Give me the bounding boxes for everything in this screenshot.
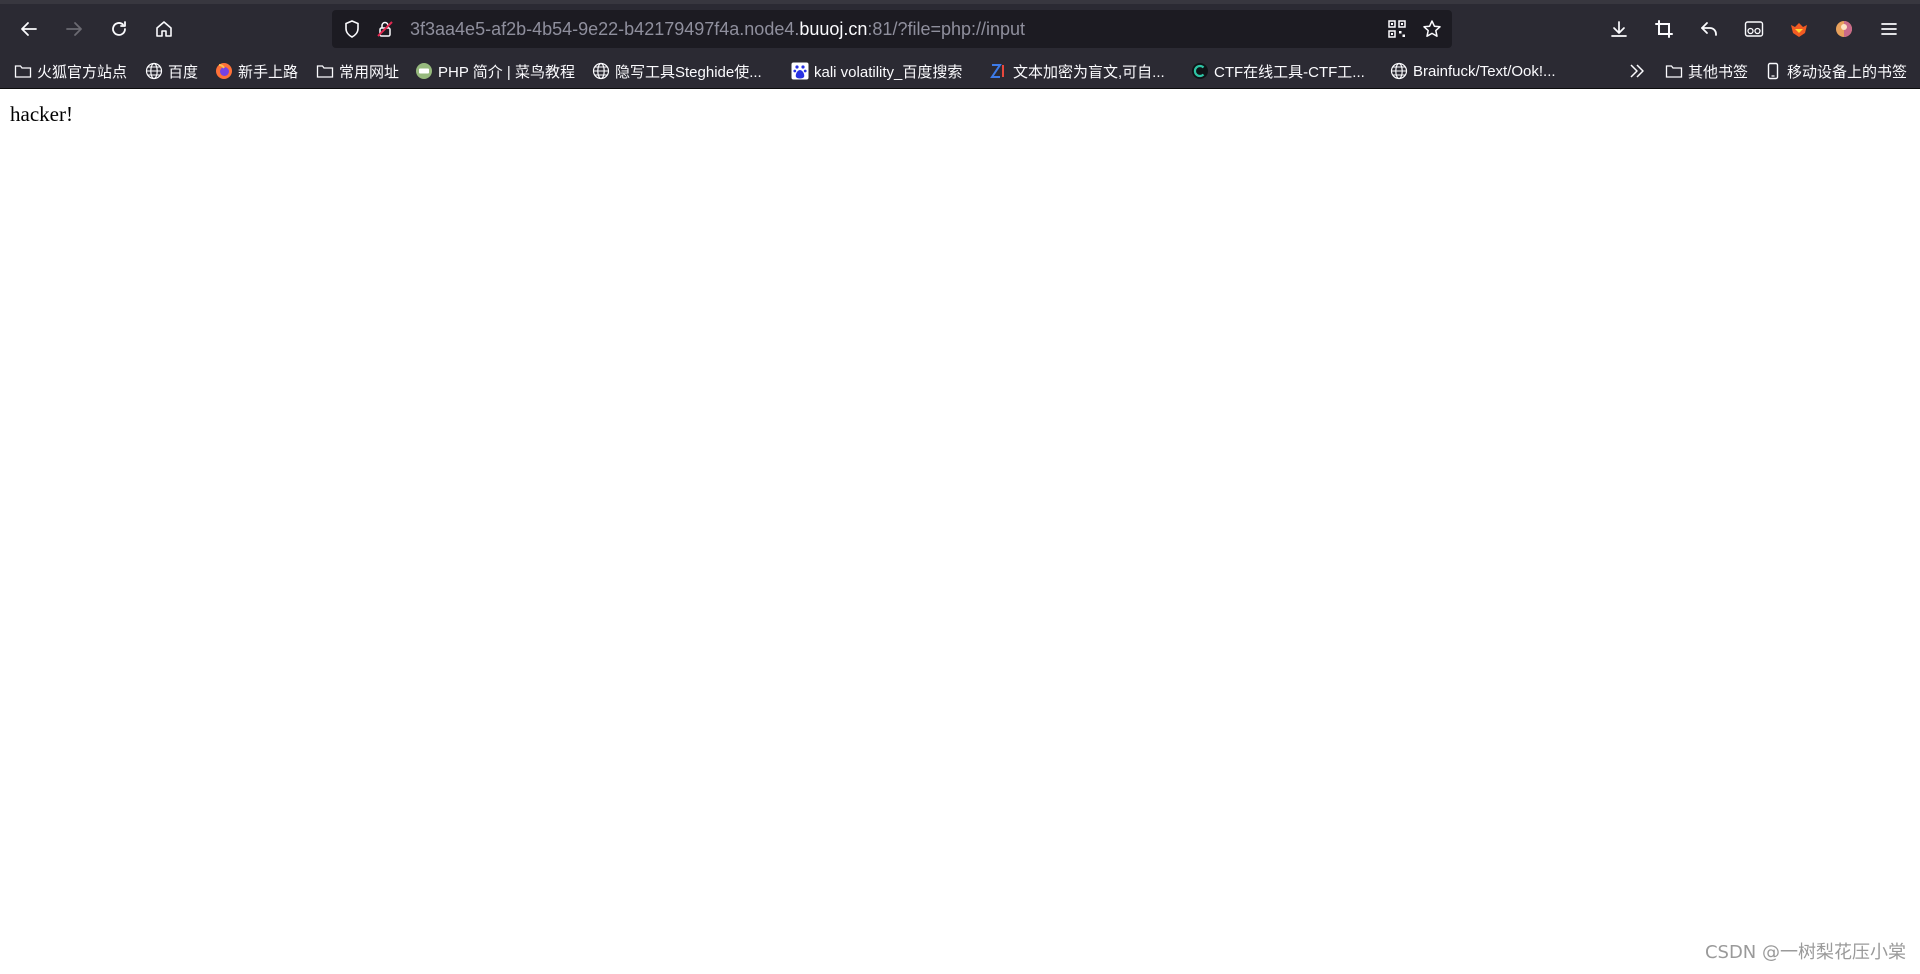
- bookmark-item[interactable]: 新手上路: [215, 59, 298, 83]
- bookmark-label: 常用网址: [339, 63, 400, 81]
- fox-extension-icon: [1791, 23, 1807, 37]
- bookmark-item[interactable]: 火狐官方站点: [14, 59, 127, 83]
- star-bookmark-icon[interactable]: [1422, 19, 1442, 39]
- account-button[interactable]: [1827, 12, 1861, 46]
- bookmark-label: 新手上路: [238, 63, 299, 81]
- bookmark-label: PHP 简介 | 菜鸟教程: [438, 63, 575, 81]
- extension-fox-button[interactable]: [1782, 12, 1816, 46]
- arrow-right-icon: [66, 22, 82, 36]
- bookmark-item[interactable]: 常用网址: [316, 59, 399, 83]
- navigation-toolbar: 3f3aa4e5-af2b-4b54-9e22-b42179497f4a.nod…: [0, 4, 1920, 54]
- url-bar[interactable]: 3f3aa4e5-af2b-4b54-9e22-b42179497f4a.nod…: [332, 10, 1452, 48]
- bookmark-item[interactable]: kali volatility_百度搜索: [791, 59, 962, 83]
- reader-glasses-button[interactable]: [1737, 12, 1771, 46]
- url-host-prefix: 3f3aa4e5-af2b-4b54-9e22-b42179497f4a.nod…: [410, 19, 800, 39]
- globe-icon: [592, 62, 610, 80]
- bookmark-label: 火狐官方站点: [37, 63, 128, 81]
- reload-icon: [112, 21, 126, 36]
- bookmark-label: 文本加密为盲文,可自...: [1013, 63, 1165, 81]
- downloads-button[interactable]: [1602, 12, 1636, 46]
- arrow-left-icon: [21, 22, 37, 36]
- undo-arrow-icon: [1701, 22, 1717, 36]
- url-host: buuoj.cn: [799, 19, 868, 39]
- bookmark-label: kali volatility_百度搜索: [814, 63, 963, 81]
- bookmark-label: CTF在线工具-CTF工...: [1214, 63, 1365, 81]
- home-icon: [156, 21, 172, 37]
- bookmark-label: 移动设备上的书签: [1787, 63, 1908, 81]
- bookmark-label: 其他书签: [1688, 63, 1749, 81]
- bookmark-item[interactable]: CTF在线工具-CTF工...: [1191, 59, 1365, 83]
- bookmark-folder-other[interactable]: 其他书签: [1665, 59, 1748, 83]
- globe-icon: [1390, 62, 1408, 80]
- folder-icon: [1665, 62, 1683, 80]
- globe-icon: [145, 62, 163, 80]
- glasses-icon: [1744, 21, 1764, 37]
- double-chevron-right-icon: [1628, 62, 1646, 80]
- runoob-icon: [415, 62, 433, 80]
- bookmark-item[interactable]: Brainfuck/Text/Ook!...: [1390, 59, 1556, 83]
- screenshot-crop-button[interactable]: [1647, 12, 1681, 46]
- forward-button[interactable]: [57, 12, 91, 46]
- download-icon: [1611, 21, 1627, 37]
- bookmark-label: 隐写工具Steghide使...: [615, 63, 762, 81]
- mobile-icon: [1764, 62, 1782, 80]
- crop-icon: [1655, 20, 1673, 38]
- bookmark-item[interactable]: 隐写工具Steghide使...: [592, 59, 762, 83]
- url-text[interactable]: 3f3aa4e5-af2b-4b54-9e22-b42179497f4a.nod…: [410, 19, 1025, 39]
- firefox-icon: [215, 62, 233, 80]
- bookmarks-toolbar: 火狐官方站点 百度 新手上路 常用网址 PHP 简介 | 菜鸟教程 隐写工具St…: [0, 54, 1920, 89]
- back-button[interactable]: [12, 12, 46, 46]
- page-text: hacker!: [10, 102, 73, 126]
- avatar-icon: [1836, 21, 1852, 37]
- bookmark-folder-mobile[interactable]: 移动设备上的书签: [1764, 59, 1907, 83]
- qr-code-icon[interactable]: [1387, 19, 1407, 39]
- bookmark-item[interactable]: 文本加密为盲文,可自...: [990, 59, 1165, 83]
- reload-button[interactable]: [102, 12, 136, 46]
- page-content: hacker! CSDN @一树梨花压小棠: [0, 90, 1920, 974]
- insecure-lock-icon[interactable]: [375, 19, 395, 39]
- hamburger-menu-icon: [1881, 23, 1897, 35]
- bookmark-label: Brainfuck/Text/Ook!...: [1413, 62, 1556, 80]
- baidu-paw-icon: [791, 62, 809, 80]
- home-button[interactable]: [147, 12, 181, 46]
- shield-icon[interactable]: [342, 19, 362, 39]
- bookmark-label: 百度: [168, 63, 199, 81]
- ctf-icon: [1191, 62, 1209, 80]
- bookmarks-overflow-button[interactable]: [1628, 59, 1646, 83]
- undo-close-button[interactable]: [1692, 12, 1726, 46]
- bookmark-item[interactable]: PHP 简介 | 菜鸟教程: [415, 59, 575, 83]
- csdn-watermark: CSDN @一树梨花压小棠: [1704, 942, 1906, 963]
- bookmark-item[interactable]: 百度: [145, 59, 198, 83]
- url-suffix: :81/?file=php://input: [867, 19, 1026, 39]
- zi-icon: [990, 62, 1008, 80]
- menu-button[interactable]: [1872, 12, 1906, 46]
- folder-icon: [316, 62, 334, 80]
- folder-icon: [14, 62, 32, 80]
